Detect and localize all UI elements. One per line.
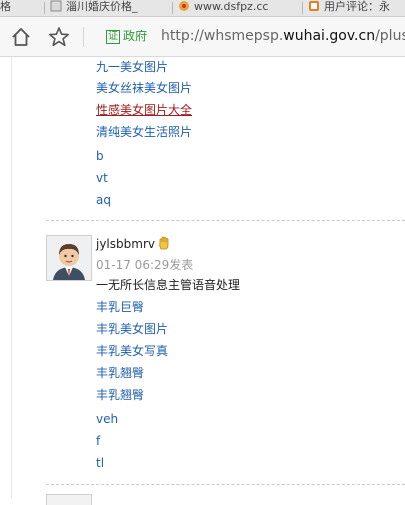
page-content: 九一美女图片 美女丝袜美女图片 性感美女图片大全 清纯美女生活照片 b vt a… (0, 57, 405, 505)
tab-separator (44, 2, 45, 14)
post-divider (46, 484, 405, 485)
tab-3-label: www.dsfpz.cc (194, 0, 269, 13)
post-link-6[interactable]: veh (96, 411, 118, 427)
post-link-2[interactable]: 丰乳美女图片 (96, 321, 168, 337)
top-link-6[interactable]: vt (96, 170, 108, 186)
top-link-3[interactable]: 性感美女图片大全 (96, 102, 192, 118)
navigation-bar: 证政府 http://whsmepsp.wuhai.gov.cn/plus/ (0, 17, 405, 57)
certificate-badge[interactable]: 证政府 (106, 27, 147, 45)
post-link-8[interactable]: tl (96, 455, 104, 471)
top-link-4[interactable]: 清纯美女生活照片 (96, 124, 192, 140)
left-border-line (11, 57, 12, 499)
home-icon[interactable] (10, 26, 32, 48)
tab-page-icon (50, 0, 62, 12)
avatar[interactable] (46, 235, 92, 281)
top-link-1[interactable]: 九一美女图片 (96, 59, 168, 75)
tab-separator (302, 2, 303, 14)
top-link-7[interactable]: aq (96, 192, 111, 208)
post-link-5[interactable]: 丰乳翘臀 (96, 387, 144, 403)
hand-icon (159, 236, 169, 250)
tab-1-label: 格 (0, 0, 11, 13)
post-link-1[interactable]: 丰乳巨臀 (96, 299, 144, 315)
post-text: 一无所长信息主管语音处理 (96, 278, 241, 292)
post-divider (46, 220, 405, 221)
post-link-7[interactable]: f (96, 433, 100, 449)
tab-4[interactable]: 用户评论：永 (308, 0, 405, 16)
post-timestamp: 01-17 06:29发表 (96, 258, 194, 272)
post-username[interactable]: jylsbbmrv (96, 236, 155, 252)
tab-strip: 格 淄川婚庆价格_ www.dsfpz.cc 用户评论：永 (0, 0, 405, 17)
cert-badge-mark: 证 (106, 30, 120, 44)
user-avatar-icon (47, 236, 91, 280)
tab-1[interactable]: 格 (0, 0, 40, 16)
next-avatar[interactable] (46, 494, 92, 505)
tab-separator (172, 2, 173, 14)
post-link-3[interactable]: 丰乳美女写真 (96, 343, 168, 359)
cert-label: 政府 (123, 29, 148, 43)
tab-2[interactable]: 淄川婚庆价格_ (50, 0, 170, 16)
tab-2-label: 淄川婚庆价格_ (66, 0, 138, 13)
address-url[interactable]: http://whsmepsp.wuhai.gov.cn/plus/ (161, 27, 405, 45)
tab-4-label: 用户评论：永 (324, 0, 390, 13)
address-separator (83, 27, 84, 47)
favorite-star-icon[interactable] (48, 26, 70, 48)
url-suffix: /plus/ (375, 28, 405, 44)
top-link-5[interactable]: b (96, 148, 104, 164)
post-link-4[interactable]: 丰乳翘臀 (96, 365, 144, 381)
top-link-2[interactable]: 美女丝袜美女图片 (96, 80, 192, 96)
url-domain: wuhai.gov.cn (283, 28, 376, 44)
tab-3[interactable]: www.dsfpz.cc (178, 0, 298, 16)
url-prefix: http://whsmepsp. (161, 28, 284, 44)
tab-favicon-icon (179, 1, 189, 11)
tab-favicon-icon (309, 1, 319, 11)
